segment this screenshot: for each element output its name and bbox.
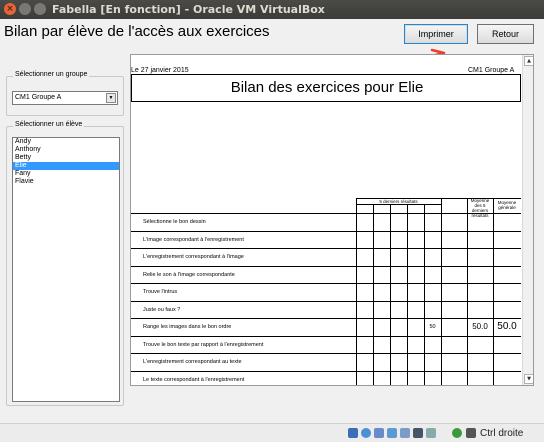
- header-last-results: 5 derniers résultats: [379, 199, 418, 204]
- table-row-line: [131, 213, 521, 214]
- table-row-line: [131, 353, 521, 354]
- table-column-line: [407, 204, 408, 385]
- hard-disk-icon[interactable]: [348, 428, 358, 438]
- student-list-item[interactable]: Betty: [13, 154, 119, 162]
- table-row-line: [131, 230, 521, 232]
- group-select[interactable]: CM1 Groupe A ▼: [12, 91, 118, 105]
- exercise-label: L'enregistrement correspondant à l'image: [143, 254, 244, 260]
- header-average-last: Moyenne des 5 derniers résultats: [470, 198, 490, 218]
- cpu-activity-icon[interactable]: [452, 428, 462, 438]
- exercise-label: Trouve le bon texte par rapport à l'enre…: [143, 341, 264, 348]
- group-select-value: CM1 Groupe A: [15, 94, 62, 101]
- print-button[interactable]: Imprimer: [404, 24, 468, 44]
- video-capture-icon[interactable]: [426, 428, 436, 438]
- scroll-down-icon[interactable]: ▼: [524, 374, 533, 384]
- window-titlebar: × Fabella [En fonction] - Oracle VM Virt…: [0, 0, 544, 19]
- table-row-line: [131, 283, 521, 284]
- exercise-label: Le texte correspondant à l'enregistremen…: [143, 376, 245, 383]
- exercise-label: Trouve l'intrus: [143, 289, 178, 295]
- table-row-line: [131, 265, 521, 267]
- table-header-mid-line: [356, 204, 441, 205]
- student-list-item[interactable]: Elie: [13, 162, 119, 170]
- student-list-item[interactable]: Fany: [13, 170, 119, 178]
- vm-statusbar: Ctrl droite: [0, 423, 544, 442]
- report-class: CM1 Groupe A: [468, 67, 515, 74]
- back-button[interactable]: Retour: [477, 24, 534, 44]
- result-value: 50: [429, 324, 436, 330]
- average-last-value: 50.0: [472, 322, 488, 331]
- minimize-window-button[interactable]: [19, 3, 31, 15]
- report-scrollbar[interactable]: ▲ ▼: [522, 55, 533, 385]
- table-row-line: [131, 370, 521, 372]
- window-title: Fabella [En fonction] - Oracle VM Virtua…: [52, 3, 325, 16]
- app-area: Bilan par élève de l'accès aux exercices…: [0, 19, 544, 423]
- student-list-item[interactable]: Flavie: [13, 178, 119, 186]
- table-row-line: [131, 248, 521, 249]
- exercise-label: Juste ou faux ?: [143, 306, 181, 313]
- report-title: Bilan des exercices pour Elie: [230, 79, 424, 96]
- exercise-label: Sélectionne le bon dessin: [143, 219, 206, 225]
- exercise-label: Relie le son à l'image correspondante: [143, 271, 235, 278]
- table-column-line: [493, 198, 494, 385]
- page-title: Bilan par élève de l'accès aux exercices: [4, 23, 270, 40]
- table-row-line: [131, 318, 521, 319]
- table-column-line: [356, 198, 357, 385]
- student-groupbox: Sélectionner un élève Andy Anthony Betty El…: [6, 121, 124, 406]
- table-column-line: [390, 204, 391, 385]
- report-header-box: Bilan des exercices pour Elie: [131, 74, 521, 102]
- exercise-label: L'enregistrement correspondant au texte: [143, 359, 242, 365]
- mouse-integration-icon[interactable]: [466, 428, 476, 438]
- report-viewer: Le 27 janvier 2015 CM1 Groupe A Bilan de…: [130, 54, 534, 386]
- maximize-window-button[interactable]: [34, 3, 46, 15]
- exercise-label: L'image correspondant à l'enregistrement: [143, 236, 244, 243]
- header-average-general: Moyenne générale: [497, 200, 517, 210]
- scroll-up-icon[interactable]: ▲: [524, 56, 533, 66]
- group-groupbox: Sélectionner un groupe CM1 Groupe A ▼: [6, 71, 124, 116]
- results-table: 5 derniers résultats Moyenne des 5 dernie…: [131, 198, 521, 385]
- shared-folders-icon[interactable]: [387, 428, 397, 438]
- table-row-line: [131, 300, 521, 302]
- report-date: Le 27 janvier 2015: [131, 67, 189, 74]
- optical-drive-icon[interactable]: [361, 428, 371, 438]
- student-list[interactable]: Andy Anthony Betty Elie Fany Flavie: [12, 137, 120, 402]
- table-column-line: [373, 204, 374, 385]
- table-column-line: [424, 204, 425, 385]
- student-list-item[interactable]: Andy: [13, 138, 119, 146]
- student-list-item[interactable]: Anthony: [13, 146, 119, 154]
- average-general-value: 50.0: [497, 321, 517, 332]
- close-window-button[interactable]: ×: [4, 3, 16, 15]
- host-key-label: Ctrl droite: [480, 428, 524, 439]
- chevron-down-icon[interactable]: ▼: [106, 93, 116, 103]
- usb-icon[interactable]: [374, 428, 384, 438]
- network-icon[interactable]: [413, 428, 423, 438]
- table-column-line: [441, 198, 442, 385]
- exercise-label: Range les images dans le bon ordre: [143, 324, 232, 330]
- group-groupbox-label: Sélectionner un groupe: [13, 71, 90, 78]
- table-column-line: [467, 198, 468, 385]
- table-row-line: [131, 335, 521, 337]
- display-icon[interactable]: [400, 428, 410, 438]
- student-groupbox-label: Sélectionner un élève: [13, 121, 85, 128]
